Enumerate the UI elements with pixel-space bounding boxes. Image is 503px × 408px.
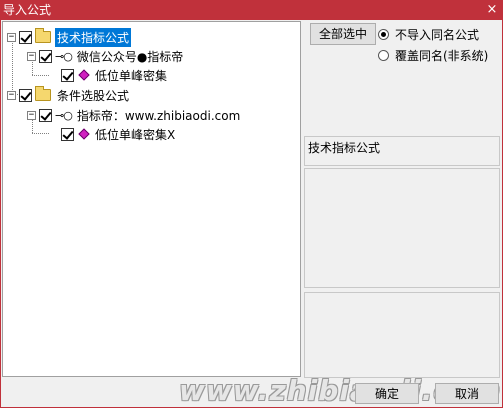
tree-checkbox[interactable] (61, 127, 74, 141)
tree-item-label[interactable]: 条件选股公式 (55, 86, 131, 105)
tree-item-label[interactable]: 低位单峰密集 (93, 66, 169, 85)
formula-type-title: 技术指标公式 (304, 136, 500, 166)
tree-line (32, 133, 49, 134)
radio-button[interactable] (378, 29, 389, 40)
cancel-button[interactable]: 取消 (435, 383, 499, 404)
folder-icon (35, 28, 51, 43)
collapse-icon[interactable]: − (27, 51, 36, 61)
options-panel: 全部选中 不导入同名公式 覆盖同名(非系统) 技术指标公式 (302, 20, 502, 378)
radio-label: 覆盖同名(非系统) (395, 49, 489, 63)
tree-checkbox[interactable] (19, 30, 32, 44)
tree-item-technical-formulas[interactable]: − 技术指标公式 (7, 27, 132, 47)
formula-info-box (304, 168, 500, 288)
tree-checkbox[interactable] (61, 68, 74, 82)
tree-item-formula[interactable]: 低位单峰密集 (61, 66, 169, 84)
dialog-footer: 确定 取消 (1, 378, 502, 407)
tree-item-label[interactable]: 指标帝：www.zhibiaodi.com (75, 106, 242, 125)
title-bar: 导入公式 × (0, 0, 503, 20)
select-all-button[interactable]: 全部选中 (310, 23, 376, 45)
tree-item-website-group[interactable]: − ⊸○ 指标帝：www.zhibiaodi.com (27, 106, 242, 124)
collapse-icon[interactable]: − (27, 110, 36, 120)
radio-skip-duplicates[interactable]: 不导入同名公式 (378, 26, 479, 43)
tree-checkbox[interactable] (19, 88, 32, 102)
tree-item-wechat-group[interactable]: − ⊸○ 微信公众号●指标帝 (27, 47, 185, 65)
formula-gem-icon (78, 128, 90, 140)
close-icon[interactable]: × (484, 2, 500, 18)
radio-button[interactable] (378, 50, 389, 61)
window-title: 导入公式 (3, 3, 52, 17)
formula-gem-icon (78, 69, 90, 81)
folder-icon (35, 86, 51, 101)
key-icon: ⊸○ (55, 49, 73, 63)
tree-item-label[interactable]: 微信公众号●指标帝 (75, 47, 185, 66)
radio-label: 不导入同名公式 (395, 28, 480, 42)
ok-button[interactable]: 确定 (355, 383, 419, 404)
tree-checkbox[interactable] (39, 108, 52, 122)
collapse-icon[interactable]: − (7, 32, 16, 42)
formula-description-box (304, 292, 500, 378)
radio-overwrite-duplicates[interactable]: 覆盖同名(非系统) (378, 47, 488, 64)
dialog-window: − 技术指标公式 − ⊸○ 微信公众号●指标帝 低位单峰密集 − 条件选股公式 … (0, 20, 503, 408)
formula-tree[interactable]: − 技术指标公式 − ⊸○ 微信公众号●指标帝 低位单峰密集 − 条件选股公式 … (2, 21, 301, 377)
key-icon: ⊸○ (55, 108, 73, 122)
tree-item-screening-formulas[interactable]: − 条件选股公式 (7, 86, 131, 104)
collapse-icon[interactable]: − (7, 90, 16, 100)
tree-checkbox[interactable] (39, 49, 52, 63)
tree-item-formula[interactable]: 低位单峰密集X (61, 125, 177, 143)
tree-item-label[interactable]: 低位单峰密集X (93, 125, 177, 144)
tree-item-label[interactable]: 技术指标公式 (55, 27, 132, 47)
tree-line (32, 75, 49, 76)
